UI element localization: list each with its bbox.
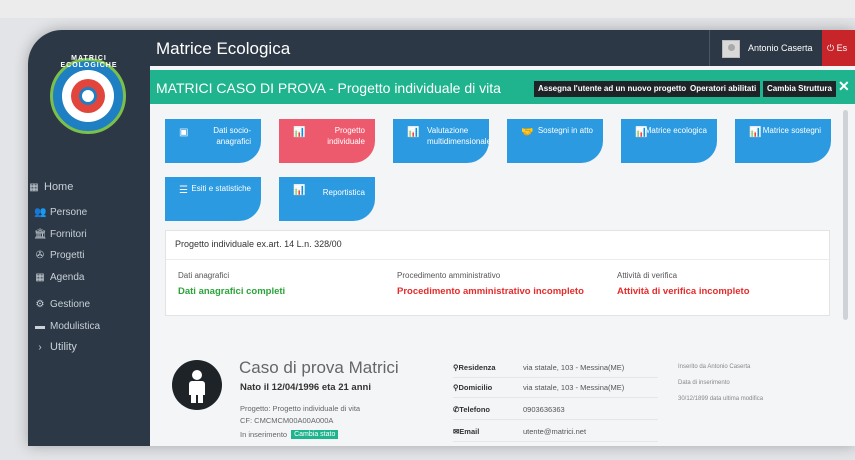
tile-label: Progetto individuale bbox=[327, 126, 365, 146]
app-title: Matrice Ecologica bbox=[156, 39, 291, 58]
assign-project-button[interactable]: Assegna l'utente ad un nuovo progetto bbox=[534, 81, 691, 97]
contact-row-telefono: ✆Telefono 0903636363 bbox=[453, 400, 658, 420]
contact-row-email: ✉Email utente@matrici.net bbox=[453, 422, 658, 442]
sidebar-item-label: Persone bbox=[50, 207, 88, 218]
tile-matrice-ecologica[interactable]: 📊 Matrice ecologica bbox=[621, 119, 717, 163]
status-label-procedimento: Procedimento amministrativo bbox=[397, 271, 501, 280]
sidebar-item-label: Progetti bbox=[50, 250, 85, 261]
contact-value: 0903636363 bbox=[523, 405, 565, 414]
sidebar: MATRICI ECOLOGICHE ▦ Home 👥 Persone 🏛 Fo… bbox=[28, 30, 150, 446]
contact-key: ✆Telefono bbox=[453, 405, 490, 414]
person-name: Caso di prova Matrici bbox=[239, 358, 399, 377]
tile-label: Dati socio-anagrafici bbox=[213, 126, 251, 146]
tile-valutazione-multidimensionale[interactable]: 📊 Valutazione multidimensionale bbox=[393, 119, 491, 163]
user-name[interactable]: Antonio Caserta bbox=[748, 43, 813, 53]
tile-label: Valutazione multidimensionale bbox=[427, 126, 492, 146]
person-avatar bbox=[172, 360, 222, 410]
contact-key: ⚲Residenza bbox=[453, 363, 496, 372]
top-header: Matrice Ecologica Antonio Caserta ⏻ Es bbox=[150, 30, 855, 66]
project-title: MATRICI CASO DI PROVA - Progetto individ… bbox=[156, 80, 501, 96]
matrici-ecologiche-logo[interactable]: MATRICI ECOLOGICHE bbox=[50, 55, 126, 134]
tile-esiti-statistiche[interactable]: ☰ Esiti e statistiche bbox=[165, 177, 261, 221]
contact-row-residenza: ⚲Residenza via statale, 103 - Messina(ME… bbox=[453, 358, 658, 378]
status-value-verifica: Attività di verifica incompleto bbox=[617, 286, 750, 297]
tile-reportistica[interactable]: 📊 Reportistica bbox=[279, 177, 375, 221]
tile-label: Sostegni in atto bbox=[537, 126, 593, 135]
tile-matrice-sostegni[interactable]: 📊 Matrice sostegni bbox=[735, 119, 831, 163]
app-window: MATRICI ECOLOGICHE ▦ Home 👥 Persone 🏛 Fo… bbox=[28, 30, 855, 446]
sidebar-item-label: Agenda bbox=[50, 272, 85, 283]
bank-icon: 🏛 bbox=[34, 229, 47, 240]
change-status-button[interactable]: Cambia stato bbox=[291, 430, 339, 439]
person-project: Progetto: Progetto individuale di vita bbox=[240, 404, 361, 413]
contact-key: ⚲Domicilio bbox=[453, 383, 493, 392]
contact-row-domicilio: ⚲Domicilio via statale, 103 - Messina(ME… bbox=[453, 378, 658, 398]
meta-insert-date: Data di inserimento bbox=[678, 380, 730, 386]
scrollbar[interactable] bbox=[843, 110, 848, 320]
sidebar-item-label: Fornitori bbox=[50, 229, 87, 240]
screenshot-frame: MATRICI ECOLOGICHE ▦ Home 👥 Persone 🏛 Fo… bbox=[0, 0, 855, 460]
meta-last-modified: 30/12/1899 data ultima modifica bbox=[678, 396, 764, 402]
sidebar-item-label: Gestione bbox=[50, 299, 91, 310]
sidebar-item-agenda[interactable]: ▦ Agenda bbox=[34, 272, 84, 283]
status-card: Progetto individuale ex.art. 14 L.n. 328… bbox=[165, 230, 831, 316]
sidebar-item-progetti[interactable]: ✇ Progetti bbox=[34, 250, 85, 261]
sidebar-item-gestione[interactable]: ⚙ Gestione bbox=[34, 299, 91, 310]
status-text: In inserimento bbox=[240, 430, 288, 439]
meta-inserted-by: Inserito da Antonio Caserta bbox=[678, 364, 751, 370]
sidebar-item-modulistica[interactable]: ▬ Modulistica bbox=[34, 321, 100, 332]
exit-label: Es bbox=[836, 43, 848, 53]
sidebar-item-utility[interactable]: › Utility bbox=[34, 341, 77, 353]
contact-key: ✉Email bbox=[453, 427, 480, 436]
calendar-icon: ▦ bbox=[35, 272, 45, 283]
contact-value: via statale, 103 - Messina(ME) bbox=[523, 363, 625, 372]
sidebar-item-label: Utility bbox=[50, 341, 77, 353]
close-icon[interactable]: ✕ bbox=[838, 78, 850, 95]
projects-icon: ✇ bbox=[35, 250, 45, 261]
status-label-verifica: Attività di verifica bbox=[617, 271, 678, 280]
project-banner: MATRICI CASO DI PROVA - Progetto individ… bbox=[150, 70, 855, 104]
calendar-icon: ▦ bbox=[29, 181, 39, 193]
sidebar-item-fornitori[interactable]: 🏛 Fornitori bbox=[34, 229, 87, 240]
divider bbox=[166, 259, 831, 260]
person-status: In inserimento Cambia stato bbox=[240, 430, 339, 439]
user-avatar[interactable] bbox=[722, 40, 740, 58]
folder-icon: ▬ bbox=[35, 321, 45, 332]
sidebar-item-persone[interactable]: 👥 Persone bbox=[34, 207, 87, 218]
contact-value[interactable]: utente@matrici.net bbox=[523, 427, 586, 436]
tile-label: Matrice sostegni bbox=[762, 126, 821, 135]
users-icon: 👥 bbox=[34, 207, 47, 218]
status-value-anagrafici: Dati anagrafici completi bbox=[178, 286, 286, 297]
tile-label: Reportistica bbox=[322, 188, 365, 197]
tile-progetto-individuale[interactable]: 📊 Progetto individuale bbox=[279, 119, 375, 163]
chevron-right-icon: › bbox=[38, 341, 42, 353]
tile-dati-socio-anagrafici[interactable]: ▣ Dati socio-anagrafici bbox=[165, 119, 261, 163]
person-cf: CF: CMCMCM00A00A000A bbox=[240, 416, 334, 425]
status-label-anagrafici: Dati anagrafici bbox=[178, 271, 230, 280]
change-structure-button[interactable]: Cambia Struttura bbox=[763, 81, 836, 97]
sidebar-item-label: Modulistica bbox=[50, 321, 101, 332]
header-divider bbox=[709, 30, 710, 66]
status-value-procedimento: Procedimento amministrativo incompleto bbox=[397, 286, 584, 297]
sidebar-item-label: Home bbox=[44, 181, 74, 193]
tile-sostegni-in-atto[interactable]: 🤝 Sostegni in atto bbox=[507, 119, 603, 163]
status-card-title: Progetto individuale ex.art. 14 L.n. 328… bbox=[175, 239, 342, 249]
person-birth: Nato il 12/04/1996 eta 21 anni bbox=[240, 382, 371, 393]
exit-button[interactable]: ⏻ Es bbox=[822, 30, 855, 66]
bar-chart-icon: 📊 bbox=[407, 127, 420, 138]
sidebar-item-home[interactable]: ▦ Home bbox=[28, 181, 73, 193]
tile-label: Esiti e statistiche bbox=[191, 184, 251, 193]
tile-label: Matrice ecologica bbox=[644, 126, 707, 135]
gears-icon: ⚙ bbox=[35, 299, 45, 310]
contact-value: via statale, 103 - Messina(ME) bbox=[523, 383, 625, 392]
top-strip bbox=[0, 0, 855, 18]
enabled-operators-button[interactable]: Operatori abilitati bbox=[686, 81, 761, 97]
